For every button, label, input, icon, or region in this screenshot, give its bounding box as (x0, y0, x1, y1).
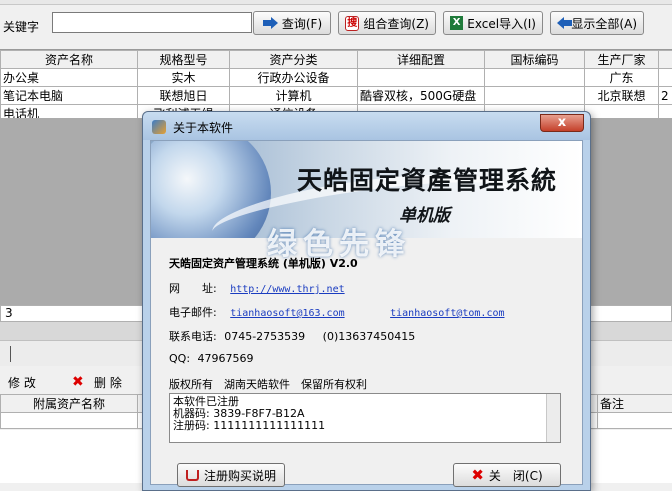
qq-label: QQ: (169, 352, 190, 365)
column-header (659, 51, 672, 69)
table-row[interactable]: 办公桌 实木 行政办公设备 广东 (1, 69, 672, 87)
divider (10, 346, 11, 362)
dialog-title: 关于本软件 (173, 119, 233, 136)
qq-value: 47967569 (198, 352, 254, 365)
table-header: 资产名称 规格型号 资产分类 详细配置 国标编码 生产厂家 (1, 51, 672, 69)
app-icon (152, 120, 166, 134)
table-cell: 行政办公设备 (230, 69, 358, 87)
query-button[interactable]: 查询(F) (253, 11, 331, 35)
email-link-1[interactable]: tianhaosoft@163.com (230, 308, 344, 319)
table-cell (659, 69, 672, 87)
column-header[interactable]: 规格型号 (138, 51, 230, 69)
buy-instructions-button[interactable]: 注册购买说明 (177, 463, 285, 487)
table-cell (485, 87, 585, 105)
column-header[interactable]: 备注 (598, 395, 672, 413)
show-all-button[interactable]: 显示全部(A) (550, 11, 644, 35)
delete-icon: ✖ (72, 374, 84, 390)
close-icon[interactable]: x (540, 114, 584, 132)
copyright: 版权所有 湖南天皓软件 保留所有权利 (169, 376, 367, 392)
table-cell: 联想旭日 (138, 87, 230, 105)
column-header[interactable]: 详细配置 (358, 51, 485, 69)
table-cell: 笔记本电脑 (1, 87, 138, 105)
table-cell (358, 69, 485, 87)
sub-toolbar: 修 改 ✖ 删 除 (0, 370, 150, 392)
close-x-icon: ✖ (471, 466, 484, 484)
table-cell: 办公桌 (1, 69, 138, 87)
column-header[interactable]: 资产分类 (230, 51, 358, 69)
keyword-label: 关键字 (3, 18, 39, 35)
table-cell: 计算机 (230, 87, 358, 105)
registration-info[interactable]: 本软件已注册 机器码: 3839-F8F7-B12A 注册码: 11111111… (169, 393, 561, 443)
scrollbar[interactable] (546, 394, 560, 442)
edit-button[interactable]: 修 改 (8, 374, 36, 391)
table-cell: 实木 (138, 69, 230, 87)
table-cell: 广东 (585, 69, 659, 87)
register-code: 注册码: 1111111111111111 (173, 420, 557, 432)
about-dialog: 关于本软件 x 天皓固定資產管理系統 单机版 绿色先锋 天皓固定资产管理系统 (… (142, 111, 591, 491)
website-label: 网 址: (169, 282, 217, 295)
column-header[interactable]: 附属资产名称 (1, 395, 138, 413)
close-button[interactable]: ✖ 关 闭(C) (453, 463, 561, 487)
table-cell: 2 (659, 87, 672, 105)
banner-title: 天皓固定資產管理系統 (297, 161, 557, 197)
table-cell: 北京联想 (585, 87, 659, 105)
delete-button[interactable]: 删 除 (94, 374, 122, 391)
arrow-right-icon (262, 16, 278, 30)
search-toolbar: 关键字 查询(F) 搜 组合查询(Z) X Excel导入(I) 显示全部(A) (0, 8, 672, 38)
qq-row: QQ: 47967569 (169, 352, 254, 365)
email-row: 电子邮件: tianhaosoft@163.com tianhaosoft@to… (169, 304, 505, 320)
email-label: 电子邮件: (169, 306, 217, 319)
table-row[interactable]: 笔记本电脑 联想旭日 计算机 酷睿双核，500G硬盘 北京联想 2 (1, 87, 672, 105)
column-header[interactable]: 生产厂家 (585, 51, 659, 69)
website-row: 网 址: http://www.thrj.net (169, 280, 345, 296)
mobile-value: (0)13637450415 (323, 330, 416, 343)
excel-icon: X (450, 16, 463, 30)
keyword-input[interactable] (52, 12, 252, 33)
table-cell: 酷睿双核，500G硬盘 (358, 87, 485, 105)
product-name: 天皓固定资产管理系统 (单机版) V2.0 (169, 255, 358, 271)
dialog-body: 天皓固定資產管理系統 单机版 绿色先锋 天皓固定资产管理系统 (单机版) V2.… (150, 140, 583, 485)
search-icon: 搜 (345, 16, 359, 31)
phone-value: 0745-2753539 (224, 330, 305, 343)
column-header[interactable]: 国标编码 (485, 51, 585, 69)
dialog-titlebar[interactable]: 关于本软件 x (143, 112, 590, 140)
cart-icon (186, 470, 199, 481)
combined-query-button[interactable]: 搜 组合查询(Z) (338, 11, 436, 35)
phone-label: 联系电话: (169, 330, 217, 343)
menu-strip (0, 0, 672, 5)
arrow-left-icon (557, 16, 567, 30)
column-header[interactable]: 资产名称 (1, 51, 138, 69)
excel-import-button[interactable]: X Excel导入(I) (443, 11, 543, 35)
phone-row: 联系电话: 0745-2753539 (0)13637450415 (169, 328, 415, 344)
website-link[interactable]: http://www.thrj.net (230, 284, 344, 295)
email-link-2[interactable]: tianhaosoft@tom.com (390, 308, 504, 319)
table-cell (485, 69, 585, 87)
